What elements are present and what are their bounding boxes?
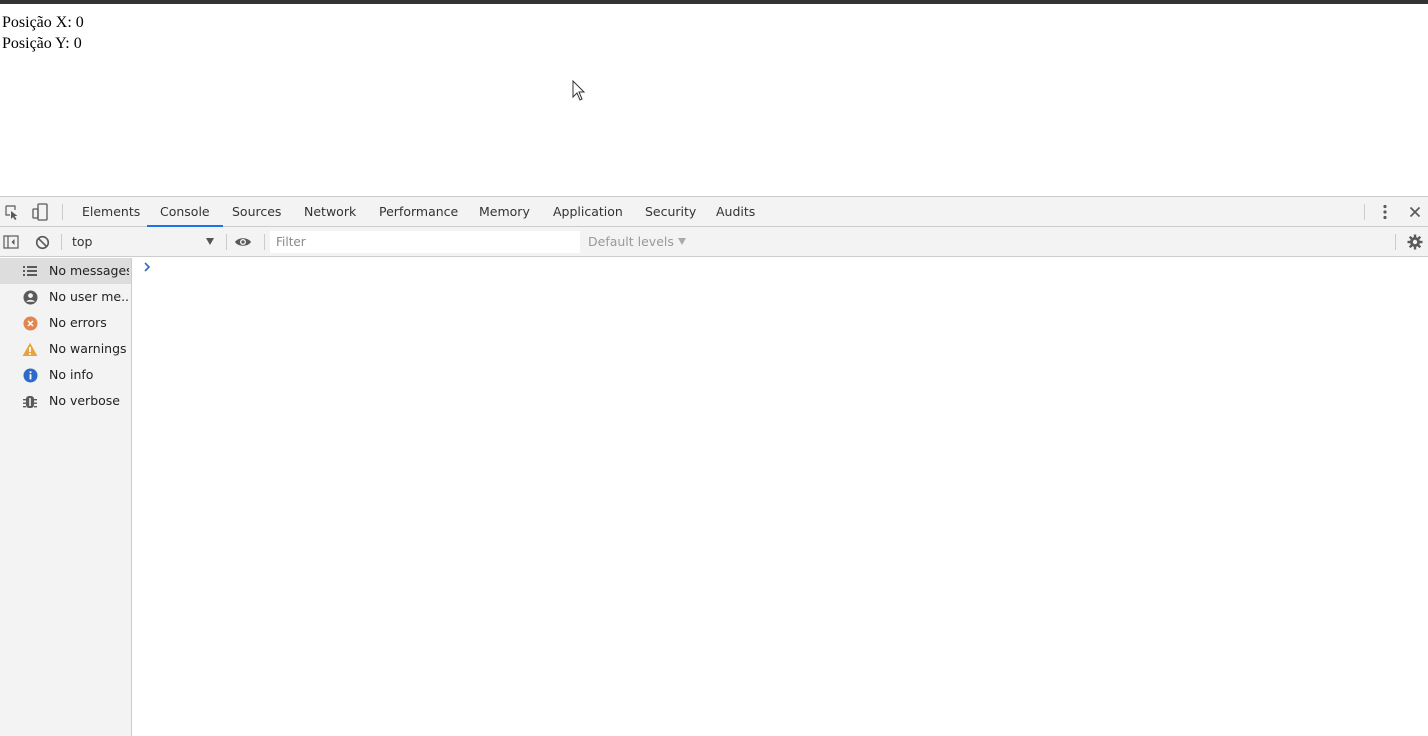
devtools-tab-bar: Elements Console Sources Network Perform… — [0, 197, 1428, 227]
position-x-text: Posição X: 0 — [2, 14, 84, 31]
toolbar-separator — [226, 234, 227, 250]
context-label: top — [72, 234, 93, 249]
sidebar-item-user-messages[interactable]: No user me... — [0, 284, 131, 310]
tab-security[interactable]: Security — [645, 197, 696, 227]
console-output-area[interactable] — [132, 258, 1428, 736]
clear-console-icon[interactable] — [33, 233, 51, 251]
sidebar-item-label: No errors — [49, 315, 107, 330]
tab-memory[interactable]: Memory — [479, 197, 530, 227]
toolbar-separator — [61, 234, 62, 250]
dropdown-arrow-icon — [206, 238, 214, 245]
tab-application[interactable]: Application — [553, 197, 623, 227]
inspect-element-icon[interactable] — [3, 203, 21, 221]
sidebar-item-messages[interactable]: No messages — [0, 258, 131, 284]
position-y-text: Posição Y: 0 — [2, 35, 82, 52]
tab-performance[interactable]: Performance — [379, 197, 458, 227]
log-levels-dropdown[interactable]: Default levels — [588, 227, 686, 257]
page-content: Posição X: 0 Posição Y: 0 — [0, 4, 1428, 196]
sidebar-item-errors[interactable]: No errors — [0, 310, 131, 336]
show-sidebar-icon[interactable] — [2, 233, 20, 251]
warning-icon — [22, 341, 38, 357]
toolbar-separator — [264, 234, 265, 250]
devtools-panel: Elements Console Sources Network Perform… — [0, 196, 1428, 736]
sidebar-item-label: No verbose — [49, 393, 120, 408]
more-options-icon[interactable] — [1376, 203, 1394, 221]
filter-input[interactable] — [270, 231, 580, 253]
tab-network[interactable]: Network — [304, 197, 356, 227]
list-icon — [22, 263, 38, 279]
tab-separator — [62, 204, 63, 220]
tab-console[interactable]: Console — [147, 197, 223, 227]
context-selector[interactable]: top — [66, 231, 218, 253]
sidebar-item-label: No user me... — [49, 289, 129, 304]
console-toolbar: top Default levels — [0, 227, 1428, 257]
tab-sources[interactable]: Sources — [232, 197, 281, 227]
log-levels-label: Default levels — [588, 234, 674, 249]
user-icon — [22, 289, 38, 305]
live-expression-eye-icon[interactable] — [234, 233, 252, 251]
device-toolbar-icon[interactable] — [31, 203, 49, 221]
sidebar-item-label: No messages — [49, 263, 129, 278]
console-sidebar: No messages No user me... No errors No w… — [0, 258, 132, 736]
tab-separator-right — [1364, 204, 1365, 220]
sidebar-item-label: No info — [49, 367, 94, 382]
close-devtools-icon[interactable] — [1406, 203, 1424, 221]
console-settings-gear-icon[interactable] — [1406, 233, 1424, 251]
toolbar-separator-right — [1395, 234, 1396, 250]
tab-audits[interactable]: Audits — [716, 197, 755, 227]
dropdown-arrow-icon — [677, 238, 686, 245]
tab-elements[interactable]: Elements — [82, 197, 140, 227]
console-prompt-chevron-icon — [144, 262, 151, 272]
sidebar-item-verbose[interactable]: No verbose — [0, 388, 131, 414]
sidebar-item-info[interactable]: No info — [0, 362, 131, 388]
sidebar-item-warnings[interactable]: No warnings — [0, 336, 131, 362]
bug-icon — [22, 393, 38, 409]
mouse-cursor-icon — [572, 80, 586, 101]
sidebar-item-label: No warnings — [49, 341, 127, 356]
info-icon — [22, 367, 38, 383]
error-icon — [22, 315, 38, 331]
